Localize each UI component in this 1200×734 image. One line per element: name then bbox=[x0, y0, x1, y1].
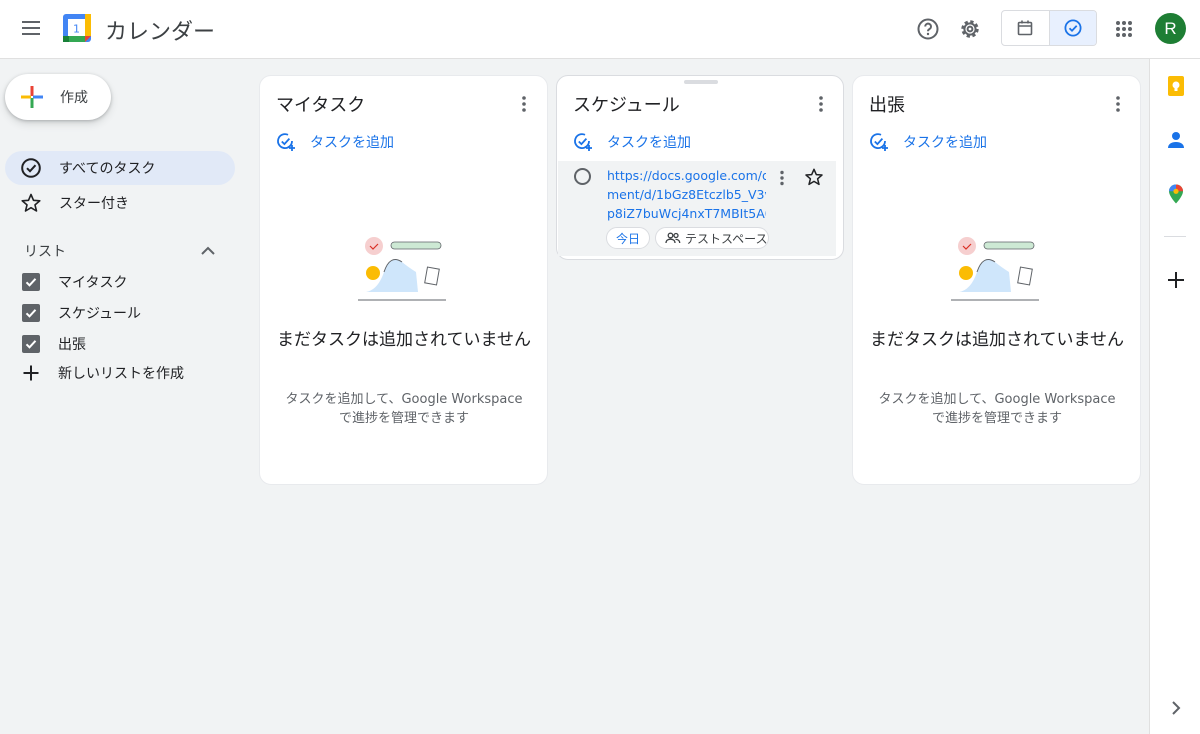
list-item-mytasks[interactable]: マイタスク bbox=[22, 272, 127, 292]
view-switcher bbox=[1001, 10, 1097, 46]
list-title: スケジュール bbox=[573, 95, 680, 116]
empty-subtitle: タスクを追加して、Google Workspace で進捗を管理できます bbox=[285, 392, 523, 426]
chevron-right-icon[interactable] bbox=[1165, 697, 1187, 719]
due-date-chip[interactable]: 今日 bbox=[606, 227, 651, 249]
more-vert-icon[interactable] bbox=[1108, 94, 1128, 114]
task-list-card-trip: 出張 タスクを追加 まだタスクは追加されていません タスクを追加して、Googl… bbox=[852, 75, 1141, 485]
avatar[interactable]: R bbox=[1155, 13, 1186, 44]
checkbox-checked-icon[interactable] bbox=[22, 304, 40, 322]
add-task-icon bbox=[870, 133, 888, 151]
side-panel-rail bbox=[1149, 59, 1200, 734]
task-list-card-mytasks: マイタスク タスクを追加 まだタスクは追加されていません タスクを追加して、Go… bbox=[259, 75, 548, 485]
apps-grid-icon[interactable] bbox=[1111, 16, 1137, 42]
star-icon bbox=[20, 192, 42, 214]
keep-icon[interactable] bbox=[1165, 75, 1187, 97]
empty-subtitle: タスクを追加して、Google Workspace で進捗を管理できます bbox=[878, 392, 1116, 426]
add-task-button[interactable]: タスクを追加 bbox=[869, 132, 987, 152]
task-item[interactable]: https://docs.google.com/docu ment/d/1bGz… bbox=[558, 161, 836, 256]
nav-label: スター付き bbox=[59, 196, 129, 212]
add-task-label: タスクを追加 bbox=[310, 135, 394, 151]
add-task-button[interactable]: タスクを追加 bbox=[276, 132, 394, 152]
calendar-logo-icon: 1 bbox=[63, 14, 91, 42]
calendar-view-button[interactable] bbox=[1002, 11, 1050, 45]
task-list-card-schedule: スケジュール タスクを追加 https://docs.google.com/do… bbox=[556, 75, 844, 260]
more-vert-icon[interactable] bbox=[514, 94, 534, 114]
star-icon[interactable] bbox=[804, 167, 824, 187]
add-icon[interactable] bbox=[1165, 269, 1187, 291]
task-complete-toggle[interactable] bbox=[574, 168, 591, 185]
top-bar: 1 カレンダー R bbox=[0, 0, 1200, 59]
tasks-view-icon bbox=[1064, 19, 1082, 37]
empty-title: まだタスクは追加されていません bbox=[277, 330, 531, 350]
nav-starred[interactable]: スター付き bbox=[5, 186, 235, 220]
space-chip-label: テストスペース bbox=[685, 231, 768, 246]
logo-day: 1 bbox=[73, 23, 80, 36]
more-vert-icon[interactable] bbox=[811, 94, 831, 114]
space-chip[interactable]: テストスペース bbox=[655, 227, 769, 249]
list-item-schedule[interactable]: スケジュール bbox=[22, 303, 141, 323]
list-label: 出張 bbox=[58, 337, 86, 353]
list-label: マイタスク bbox=[58, 275, 128, 291]
empty-state-illustration bbox=[951, 237, 1039, 301]
plus-icon bbox=[23, 365, 39, 381]
menu-icon[interactable] bbox=[19, 17, 43, 41]
add-task-button[interactable]: タスクを追加 bbox=[573, 132, 691, 152]
new-list-label: 新しいリストを作成 bbox=[58, 366, 184, 382]
checkbox-checked-icon[interactable] bbox=[22, 335, 40, 353]
help-icon[interactable] bbox=[915, 16, 941, 42]
contacts-icon[interactable] bbox=[1165, 129, 1187, 151]
drag-handle[interactable] bbox=[684, 80, 718, 84]
lists-header: リスト bbox=[24, 244, 66, 260]
list-label: スケジュール bbox=[58, 306, 142, 322]
empty-state-illustration bbox=[358, 237, 446, 301]
tasks-view-button[interactable] bbox=[1049, 11, 1096, 45]
chevron-up-icon[interactable] bbox=[198, 241, 218, 261]
list-item-trip[interactable]: 出張 bbox=[22, 334, 86, 354]
add-task-icon bbox=[277, 133, 295, 151]
new-list-button[interactable]: 新しいリストを作成 bbox=[22, 363, 184, 383]
nav-label: すべてのタスク bbox=[59, 161, 156, 177]
create-button[interactable]: 作成 bbox=[5, 74, 111, 120]
plus-color-icon bbox=[21, 86, 43, 108]
group-icon bbox=[665, 232, 681, 244]
add-task-label: タスクを追加 bbox=[903, 135, 987, 151]
rail-divider bbox=[1164, 236, 1186, 237]
calendar-view-icon bbox=[1017, 20, 1033, 36]
empty-title: まだタスクは追加されていません bbox=[870, 330, 1124, 350]
settings-icon[interactable] bbox=[957, 16, 983, 42]
add-task-icon bbox=[574, 133, 592, 151]
list-title: マイタスク bbox=[276, 95, 366, 116]
checkbox-checked-icon[interactable] bbox=[22, 273, 40, 291]
more-vert-icon[interactable] bbox=[773, 169, 791, 187]
create-label: 作成 bbox=[60, 90, 88, 106]
task-link[interactable]: https://docs.google.com/docu ment/d/1bGz… bbox=[607, 166, 766, 223]
add-task-label: タスクを追加 bbox=[607, 135, 691, 151]
app-title: カレンダー bbox=[105, 20, 216, 45]
nav-all-tasks[interactable]: すべてのタスク bbox=[5, 151, 235, 185]
task-check-icon bbox=[20, 157, 42, 179]
list-title: 出張 bbox=[869, 95, 905, 116]
maps-icon[interactable] bbox=[1165, 183, 1187, 205]
